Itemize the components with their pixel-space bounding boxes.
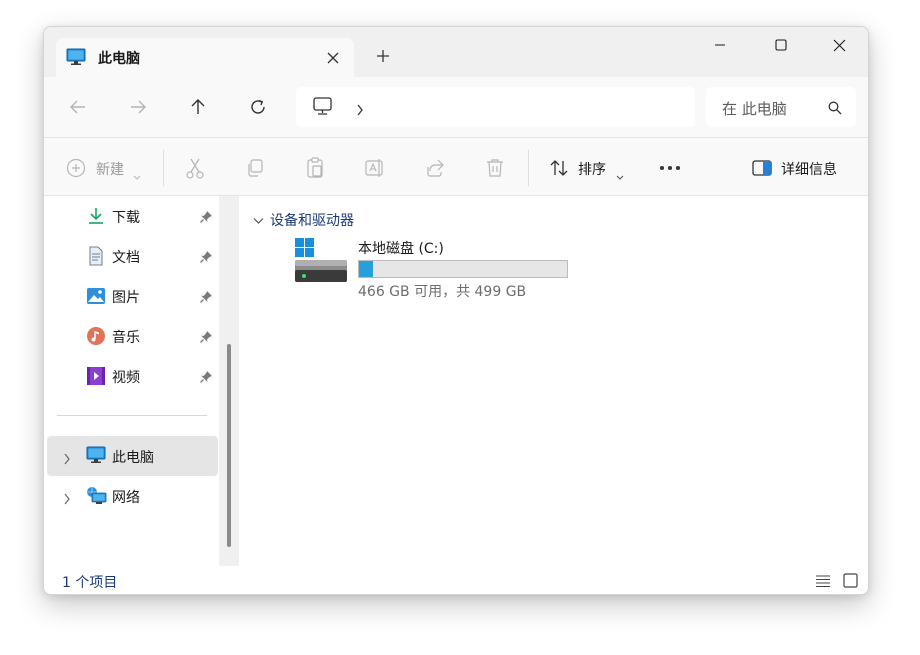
command-separator bbox=[528, 150, 529, 186]
close-window-button[interactable] bbox=[816, 27, 862, 63]
sidebar-item-label: 下载 bbox=[112, 210, 140, 226]
command-bar: 新建 排序 详细信息 bbox=[44, 137, 868, 196]
new-tab-icon[interactable] bbox=[374, 47, 392, 65]
tab-this-pc[interactable]: 此电脑 bbox=[56, 38, 354, 78]
cut-icon[interactable] bbox=[184, 157, 206, 179]
navigation-bar: 在 此电脑 bbox=[44, 77, 868, 137]
pin-icon[interactable] bbox=[199, 369, 213, 388]
pin-icon[interactable] bbox=[199, 249, 213, 268]
drive-size-text: 466 GB 可用，共 499 GB bbox=[358, 284, 527, 300]
search-box[interactable]: 在 此电脑 bbox=[706, 87, 856, 127]
large-icons-view-icon[interactable] bbox=[843, 573, 858, 592]
sidebar-item-pictures[interactable]: 图片 bbox=[44, 276, 218, 316]
this-pc-icon bbox=[66, 48, 86, 70]
search-icon bbox=[828, 100, 842, 119]
forward-button[interactable] bbox=[126, 95, 150, 119]
video-icon bbox=[86, 366, 106, 386]
rename-icon[interactable] bbox=[364, 157, 386, 179]
network-icon bbox=[86, 486, 107, 506]
sidebar-item-label: 音乐 bbox=[112, 330, 140, 346]
delete-icon[interactable] bbox=[484, 157, 506, 179]
sort-button-label[interactable]: 排序 bbox=[578, 159, 606, 179]
sidebar-item-network[interactable]: 网络 bbox=[44, 476, 218, 516]
new-button-label[interactable]: 新建 bbox=[96, 159, 124, 179]
more-options-icon[interactable] bbox=[659, 157, 681, 179]
new-icon[interactable] bbox=[65, 157, 87, 179]
new-dropdown-chevron-icon bbox=[133, 166, 141, 185]
collapse-chevron-icon[interactable] bbox=[253, 213, 264, 229]
up-button[interactable] bbox=[186, 95, 210, 119]
sidebar-item-label: 文档 bbox=[112, 250, 140, 266]
sort-dropdown-chevron-icon bbox=[616, 166, 624, 185]
sidebar-item-label: 网络 bbox=[112, 490, 140, 506]
sidebar-scrollbar-thumb[interactable] bbox=[227, 344, 231, 547]
download-icon bbox=[86, 206, 106, 226]
pin-icon[interactable] bbox=[199, 209, 213, 228]
drive-usage-fill bbox=[359, 261, 373, 277]
details-button-label[interactable]: 详细信息 bbox=[781, 159, 837, 179]
sidebar-item-music[interactable]: 音乐 bbox=[44, 316, 218, 356]
title-bar: 此电脑 bbox=[44, 27, 868, 78]
drive-name: 本地磁盘 (C:) bbox=[358, 241, 444, 257]
content-pane: 设备和驱动器 本地磁盘 (C:) 466 GB 可用，共 499 GB bbox=[239, 196, 868, 566]
sidebar-item-label: 视频 bbox=[112, 370, 140, 386]
sidebar-divider bbox=[57, 415, 207, 416]
hard-drive-icon bbox=[294, 238, 350, 290]
drive-item-c[interactable]: 本地磁盘 (C:) 466 GB 可用，共 499 GB bbox=[294, 238, 584, 300]
close-tab-icon[interactable] bbox=[326, 50, 340, 64]
copy-icon[interactable] bbox=[244, 157, 266, 179]
sidebar-item-label: 此电脑 bbox=[112, 450, 154, 466]
back-button[interactable] bbox=[66, 95, 90, 119]
sidebar-item-documents[interactable]: 文档 bbox=[44, 236, 218, 276]
sidebar-item-label: 图片 bbox=[112, 290, 140, 306]
maximize-button[interactable] bbox=[758, 27, 804, 63]
expand-chevron-icon[interactable] bbox=[63, 490, 71, 509]
command-separator bbox=[163, 150, 164, 186]
pin-icon[interactable] bbox=[199, 289, 213, 308]
status-bar: 1 个项目 bbox=[44, 566, 868, 594]
this-pc-icon bbox=[86, 446, 106, 466]
pin-icon[interactable] bbox=[199, 329, 213, 348]
computer-icon bbox=[313, 97, 333, 120]
sidebar-item-this-pc[interactable]: 此电脑 bbox=[47, 436, 218, 476]
sidebar-item-downloads[interactable]: 下载 bbox=[44, 196, 218, 236]
breadcrumb-chevron-icon[interactable] bbox=[356, 101, 364, 120]
minimize-button[interactable] bbox=[697, 27, 743, 63]
paste-icon[interactable] bbox=[304, 157, 326, 179]
details-view-icon[interactable] bbox=[815, 573, 831, 592]
group-header-label: 设备和驱动器 bbox=[270, 213, 354, 229]
file-explorer-window: 此电脑 在 此电脑 新建 排序 详细信息 下载 文档 图片 音乐 视频 此电脑 … bbox=[43, 26, 869, 595]
sidebar-item-videos[interactable]: 视频 bbox=[44, 356, 218, 396]
music-icon bbox=[86, 326, 106, 346]
navigation-pane: 下载 文档 图片 音乐 视频 此电脑 网络 bbox=[44, 196, 239, 566]
search-placeholder: 在 此电脑 bbox=[722, 100, 787, 118]
share-icon[interactable] bbox=[424, 157, 446, 179]
pictures-icon bbox=[86, 286, 106, 306]
item-count: 1 个项目 bbox=[62, 575, 118, 591]
details-pane-icon[interactable] bbox=[751, 157, 773, 179]
expand-chevron-icon[interactable] bbox=[63, 450, 71, 469]
address-bar[interactable] bbox=[296, 87, 695, 127]
tab-title: 此电脑 bbox=[98, 51, 140, 67]
drive-usage-bar bbox=[358, 260, 568, 278]
refresh-button[interactable] bbox=[246, 95, 270, 119]
sort-icon[interactable] bbox=[548, 157, 570, 179]
document-icon bbox=[86, 246, 106, 266]
